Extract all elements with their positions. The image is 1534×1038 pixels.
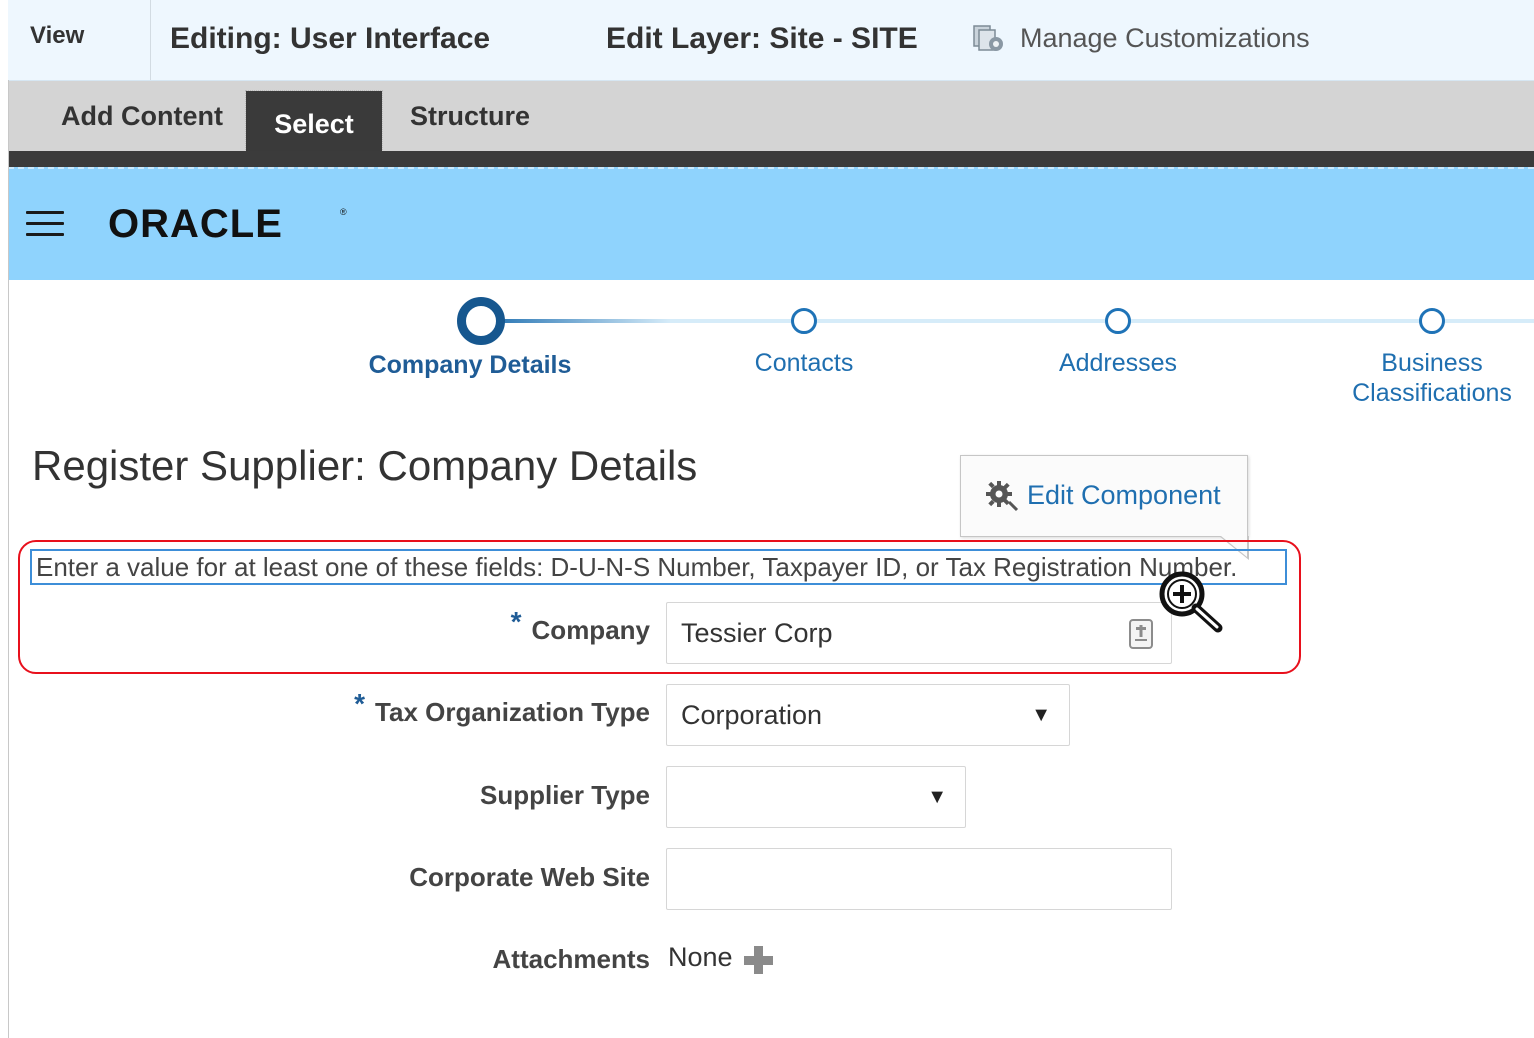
chevron-down-icon[interactable]: ▼ <box>927 767 947 827</box>
lookup-icon[interactable] <box>1129 619 1153 649</box>
customization-toolbar: View Editing: User Interface Edit Layer:… <box>8 0 1534 81</box>
train-label-business-classifications[interactable]: Business Classifications <box>1332 348 1532 408</box>
train-stop-contacts[interactable] <box>791 308 817 334</box>
company-input-value: Tessier Corp <box>681 618 833 648</box>
edit-layer-label: Edit Layer: Site - SITE <box>606 22 918 55</box>
editing-label: Editing: User Interface <box>170 22 491 55</box>
oracle-logo: ORACLE ® <box>108 202 347 246</box>
mode-tabbar: Add Content Select Structure <box>8 81 1534 158</box>
train-label-company-details[interactable]: Company Details <box>350 350 590 380</box>
view-menu[interactable]: View <box>30 22 84 50</box>
gear-icon <box>986 481 1019 512</box>
page-title: Register Supplier: Company Details <box>32 442 698 489</box>
svg-text:®: ® <box>340 207 347 217</box>
tab-select[interactable]: Select <box>245 90 383 158</box>
tax-organization-type-label: * Tax Organization Type <box>354 688 650 728</box>
page: View Editing: User Interface Edit Layer:… <box>0 0 1534 1038</box>
company-label-text: Company <box>531 615 650 645</box>
train-connector <box>481 319 671 323</box>
svg-text:ORACLE: ORACLE <box>108 202 283 246</box>
edit-component-link[interactable]: Edit Component <box>985 478 1221 512</box>
add-attachment-icon[interactable] <box>742 944 774 976</box>
tab-structure[interactable]: Structure <box>400 81 540 151</box>
toolbar-divider <box>150 0 151 80</box>
tax-organization-type-select[interactable]: Corporation ▼ <box>666 684 1070 746</box>
manage-customizations-icon <box>973 25 1003 51</box>
tax-organization-type-label-text: Tax Organization Type <box>375 697 650 727</box>
instruction-text[interactable]: Enter a value for at least one of these … <box>30 549 1287 585</box>
edit-component-popup: Edit Component <box>960 455 1249 560</box>
tab-add-content[interactable]: Add Content <box>52 81 232 151</box>
company-input[interactable]: Tessier Corp <box>666 602 1172 664</box>
required-indicator: * <box>354 688 366 719</box>
train-stop-business-classifications[interactable] <box>1419 308 1445 334</box>
train-label-line: Classifications <box>1352 379 1512 407</box>
edit-component-label: Edit Component <box>1027 479 1221 510</box>
app-header: ORACLE ® <box>8 167 1534 280</box>
content-left-border <box>8 80 9 1038</box>
train-label-line: Business <box>1381 349 1483 377</box>
zoom-cursor-icon <box>1159 571 1223 633</box>
corporate-web-site-label: Corporate Web Site <box>409 862 650 892</box>
supplier-type-label: Supplier Type <box>480 780 650 810</box>
train-stop-company-details[interactable] <box>457 297 505 345</box>
hamburger-menu-icon[interactable] <box>26 209 64 239</box>
chevron-down-icon[interactable]: ▼ <box>1031 685 1051 745</box>
required-indicator: * <box>510 606 522 637</box>
mode-bar-underline <box>8 151 1534 167</box>
corporate-web-site-input[interactable] <box>666 848 1172 910</box>
company-label: * Company <box>511 606 650 646</box>
train-label-contacts[interactable]: Contacts <box>704 348 904 378</box>
tax-organization-type-value: Corporation <box>681 700 823 730</box>
attachments-label: Attachments <box>492 944 650 974</box>
manage-customizations-label: Manage Customizations <box>1020 22 1310 53</box>
train-stop-addresses[interactable] <box>1105 308 1131 334</box>
supplier-type-select[interactable]: ▼ <box>666 766 966 828</box>
attachments-value: None <box>668 942 733 972</box>
manage-customizations-link[interactable]: Manage Customizations <box>972 22 1310 54</box>
train-label-addresses[interactable]: Addresses <box>1018 348 1218 378</box>
